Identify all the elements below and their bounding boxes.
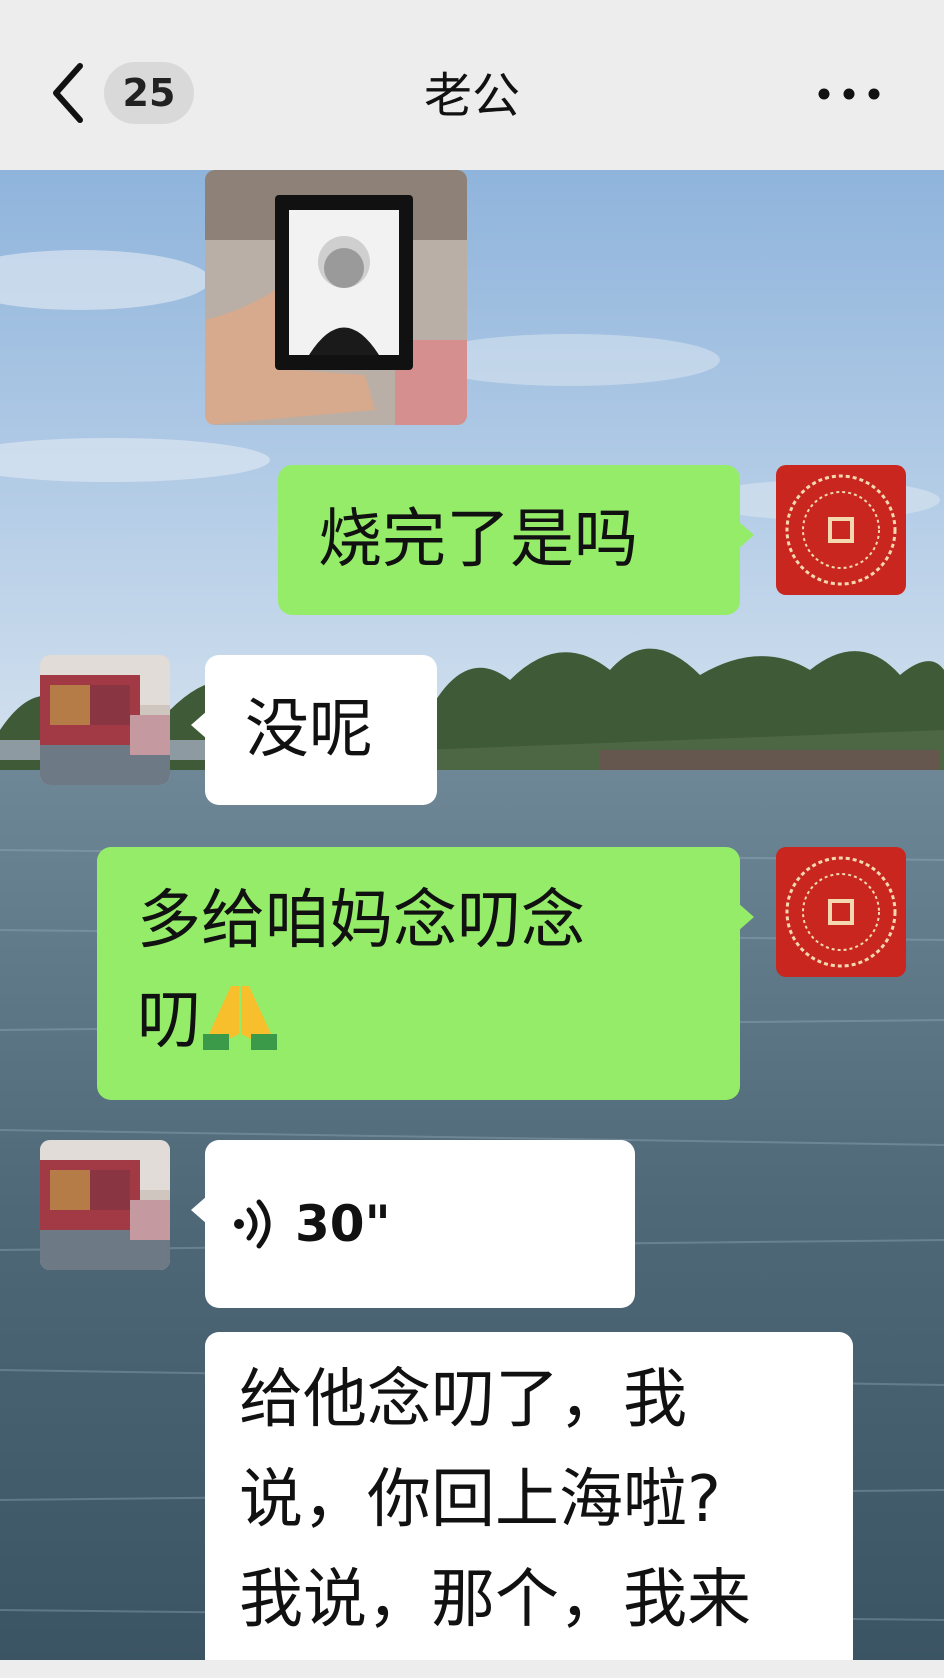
chat-title: 老公 <box>423 68 520 124</box>
sent-message-bubble[interactable]: 烧完了是吗 <box>278 465 754 615</box>
sent-message-bubble[interactable]: 多给咱妈念叨念 叨 <box>97 847 754 1100</box>
message-text-line: 说，你回上海啦? <box>239 1463 721 1537</box>
received-message-bubble[interactable]: 给他念叨了，我 说，你回上海啦? 我说，那个，我来 <box>205 1332 853 1660</box>
chat-message-list[interactable]: 烧完了是吗 没呢 多给咱妈念叨念 叨 30" 给他念叨了，我 说，你回上海啦? … <box>0 170 944 1660</box>
chat-header: 25 老公 <box>0 0 944 170</box>
message-text: 没呢 <box>245 693 373 767</box>
voice-duration: 30" <box>295 1195 391 1253</box>
image-message[interactable] <box>205 170 467 425</box>
received-message-bubble[interactable]: 没呢 <box>191 655 437 805</box>
folded-hands-emoji <box>203 986 277 1050</box>
self-avatar[interactable] <box>776 847 906 977</box>
message-text-line: 我说，那个，我来 <box>239 1563 751 1637</box>
photo-frame-image <box>205 170 467 425</box>
voice-wave-icon <box>234 1199 271 1249</box>
message-text-line: 给他念叨了，我 <box>239 1363 687 1437</box>
message-text: 烧完了是吗 <box>318 503 638 577</box>
contact-avatar[interactable] <box>40 1140 170 1270</box>
message-text-line: 叨 <box>137 984 201 1058</box>
contact-avatar[interactable] <box>40 655 170 785</box>
voice-message-bubble[interactable]: 30" <box>191 1140 635 1308</box>
ellipsis-icon <box>818 88 880 100</box>
self-avatar[interactable] <box>776 465 906 595</box>
more-options-button[interactable] <box>812 70 886 118</box>
message-text-line: 多给咱妈念叨念 <box>137 884 585 958</box>
